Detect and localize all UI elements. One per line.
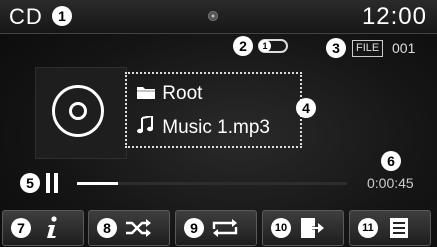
copy-button[interactable]: 10 bbox=[262, 210, 344, 246]
callout-badge-11: 11 bbox=[358, 218, 378, 238]
shuffle-icon bbox=[123, 216, 153, 240]
pause-icon[interactable] bbox=[46, 173, 58, 193]
file-tag: FILE bbox=[352, 40, 384, 57]
callout-badge-5: 5 bbox=[20, 173, 40, 193]
info-button[interactable]: 7 bbox=[2, 210, 84, 246]
callout-badge-8: 8 bbox=[97, 218, 117, 238]
elapsed-time: 0:00:45 bbox=[367, 175, 414, 191]
callout-badge-4: 4 bbox=[296, 98, 316, 118]
file-number: 001 bbox=[392, 40, 416, 56]
callout-badge-2: 2 bbox=[233, 36, 253, 56]
progress-bar[interactable] bbox=[77, 182, 347, 185]
callout-badge-1: 1 bbox=[52, 6, 72, 26]
folder-icon bbox=[137, 83, 157, 105]
callout-badge-3: 3 bbox=[326, 38, 346, 58]
repeat-button[interactable]: 9 bbox=[175, 210, 257, 246]
bottom-button-bar: 7 8 9 10 11 bbox=[0, 207, 437, 247]
cd-player-screen: CD 1 12:00 2 1 3 FILE 001 Root Music 1.m… bbox=[0, 0, 437, 247]
folder-row: Root bbox=[137, 83, 202, 105]
track-info-box: Root Music 1.mp3 bbox=[125, 72, 302, 148]
copy-icon bbox=[297, 216, 327, 240]
disc-indicator-icon bbox=[208, 11, 218, 21]
folder-name: Root bbox=[162, 83, 203, 105]
list-icon bbox=[384, 216, 414, 240]
repeat-one-digit: 1 bbox=[259, 40, 271, 52]
repeat-one-status-icon: 1 bbox=[258, 39, 288, 53]
callout-badge-9: 9 bbox=[184, 218, 204, 238]
clock: 12:00 bbox=[361, 3, 427, 30]
shuffle-button[interactable]: 8 bbox=[88, 210, 170, 246]
callout-badge-10: 10 bbox=[271, 218, 291, 238]
file-name: Music 1.mp3 bbox=[162, 117, 270, 139]
top-bar: CD 1 12:00 bbox=[0, 0, 437, 34]
callout-badge-7: 7 bbox=[11, 218, 31, 238]
info-icon bbox=[37, 216, 67, 240]
cd-disc-icon bbox=[52, 85, 104, 137]
music-note-icon bbox=[137, 114, 157, 140]
cd-disc-hole bbox=[69, 102, 87, 120]
source-label: CD bbox=[9, 4, 43, 29]
repeat-icon bbox=[210, 216, 240, 240]
progress-fill bbox=[77, 182, 118, 185]
file-row: Music 1.mp3 bbox=[137, 114, 270, 140]
callout-badge-6: 6 bbox=[381, 151, 401, 171]
list-button[interactable]: 11 bbox=[349, 210, 431, 246]
